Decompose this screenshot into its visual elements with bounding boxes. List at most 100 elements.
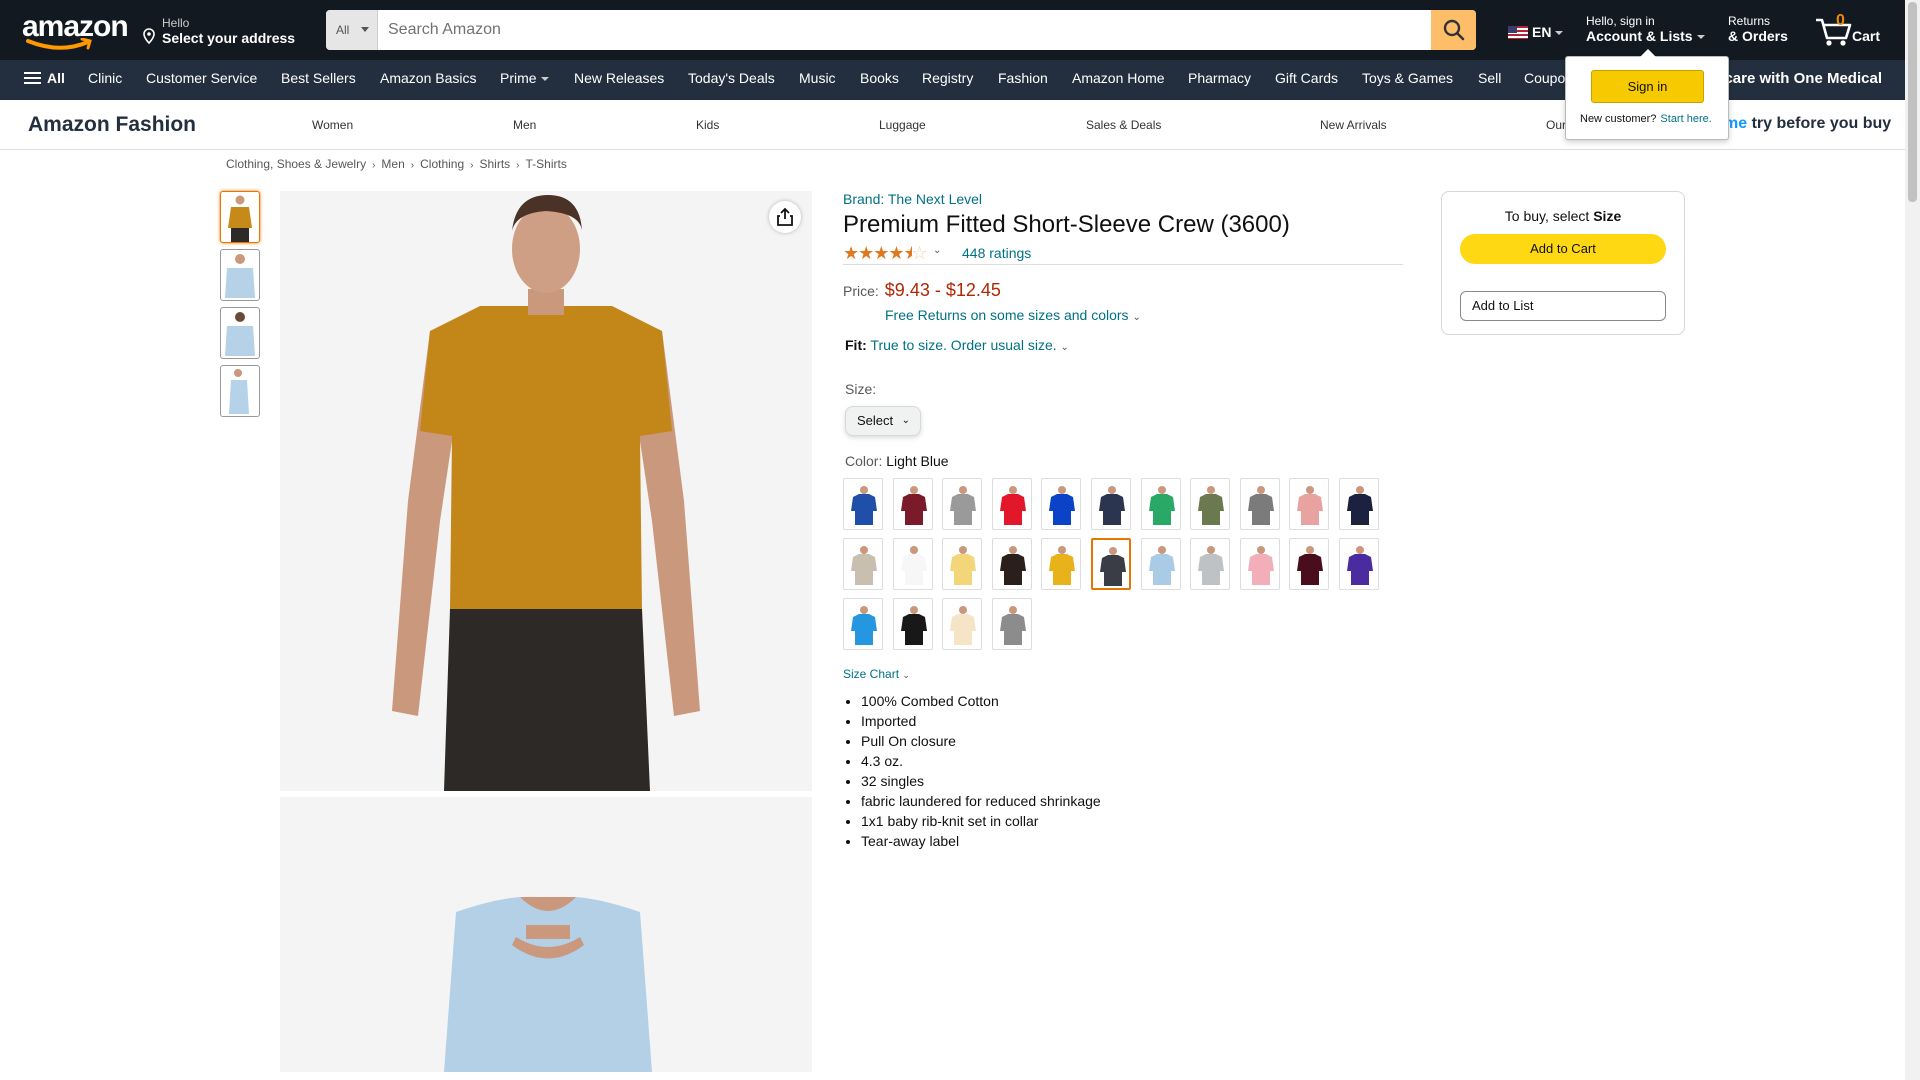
language-selector[interactable]: EN — [1508, 24, 1564, 40]
color-swatch[interactable] — [1190, 478, 1231, 530]
subnav-gift-cards[interactable]: Gift Cards — [1275, 70, 1338, 86]
color-swatch[interactable] — [1289, 538, 1330, 590]
color-swatch[interactable] — [1140, 538, 1181, 590]
color-swatch[interactable] — [1239, 538, 1280, 590]
subnav-pharmacy[interactable]: Pharmacy — [1188, 70, 1251, 86]
subnav-sell[interactable]: Sell — [1478, 70, 1501, 86]
color-swatch[interactable] — [1091, 478, 1131, 530]
fashion-link-women[interactable]: Women — [312, 118, 353, 132]
returns-orders[interactable]: Returns & Orders — [1728, 14, 1788, 44]
color-swatch[interactable] — [991, 598, 1032, 650]
subnav-amazon-home[interactable]: Amazon Home — [1072, 70, 1165, 86]
search-category-dropdown[interactable]: All — [326, 10, 378, 50]
breadcrumb-item[interactable]: Men — [381, 157, 404, 171]
chevron-down-icon[interactable]: ⌄ — [933, 245, 941, 256]
subnav-best-sellers[interactable]: Best Sellers — [281, 70, 356, 86]
search-input[interactable] — [378, 10, 1426, 50]
subnav-fashion[interactable]: Fashion — [998, 70, 1048, 86]
color-swatch[interactable] — [892, 598, 933, 650]
color-swatch[interactable] — [1339, 538, 1379, 590]
color-swatch[interactable] — [843, 478, 883, 530]
add-to-list-button[interactable]: Add to List — [1460, 291, 1666, 321]
fashion-link-luggage[interactable]: Luggage — [879, 118, 926, 132]
subnav-books[interactable]: Books — [860, 70, 899, 86]
subnav-registry[interactable]: Registry — [922, 70, 973, 86]
color-swatch[interactable] — [942, 598, 983, 650]
deliver-to[interactable]: Hello Select your address — [142, 14, 302, 48]
model-light-blue-back-image — [225, 312, 255, 356]
add-to-cart-button[interactable]: Add to Cart — [1460, 234, 1666, 264]
color-swatch[interactable] — [942, 478, 983, 530]
amazon-fashion-logo[interactable]: Amazon Fashion — [28, 113, 196, 137]
prime-try-before-you-buy[interactable]: me try before you buy — [1724, 115, 1891, 133]
subnav-new-releases[interactable]: New Releases — [574, 70, 664, 86]
page-scrollbar[interactable] — [1905, 0, 1920, 1080]
subnav-clinic[interactable]: Clinic — [88, 70, 122, 86]
size-select-dropdown[interactable]: Select ⌄ — [845, 406, 921, 436]
amazon-logo[interactable]: amazon — [20, 10, 129, 52]
search-category-label: All — [336, 23, 350, 37]
color-swatch[interactable] — [1239, 478, 1280, 530]
cart-button[interactable]: 0 Cart — [1814, 12, 1904, 50]
tshirt-swatch-icon — [950, 546, 977, 585]
color-swatch[interactable] — [1041, 478, 1082, 530]
free-returns-link[interactable]: Free Returns on some sizes and colors ⌄ — [885, 307, 1141, 323]
color-swatch[interactable] — [1091, 538, 1131, 590]
color-swatch[interactable] — [991, 538, 1032, 590]
secondary-product-image[interactable] — [280, 797, 812, 1072]
all-menu-button[interactable]: All — [24, 70, 65, 86]
brand-link[interactable]: Brand: The Next Level — [843, 191, 1403, 207]
breadcrumb-item[interactable]: Clothing — [420, 157, 464, 171]
color-swatch[interactable] — [991, 478, 1032, 530]
hamburger-icon — [24, 72, 41, 84]
scrollbar-thumb[interactable] — [1908, 2, 1917, 202]
fashion-link-kids[interactable]: Kids — [696, 118, 719, 132]
start-here-link[interactable]: Start here. — [1660, 113, 1711, 125]
color-swatch[interactable] — [1190, 538, 1231, 590]
breadcrumb-item[interactable]: T-Shirts — [526, 157, 567, 171]
top-nav: amazon Hello Select your address All EN … — [0, 0, 1920, 60]
subnav-todays-deals[interactable]: Today's Deals — [688, 70, 775, 86]
product-detail: Brand: The Next Level Premium Fitted Sho… — [843, 191, 1403, 265]
main-product-image[interactable] — [280, 191, 812, 791]
fashion-link-men[interactable]: Men — [513, 118, 536, 132]
cart-label: Cart — [1852, 28, 1881, 44]
thumbnail-light-blue-front[interactable] — [220, 249, 260, 301]
fashion-link-sales-deals[interactable]: Sales & Deals — [1086, 118, 1161, 132]
color-swatch[interactable] — [892, 538, 933, 590]
account-lists[interactable]: Hello, sign in Account & Lists — [1586, 14, 1710, 44]
account-label: Account & Lists — [1586, 28, 1710, 44]
color-swatch[interactable] — [1289, 478, 1330, 530]
subnav-prime[interactable]: Prime — [500, 70, 549, 86]
fashion-link-new-arrivals[interactable]: New Arrivals — [1320, 118, 1387, 132]
ratings-count-link[interactable]: 448 ratings — [962, 245, 1031, 261]
star-rating-icon[interactable]: ★★★★★☆ — [843, 243, 928, 264]
us-flag-icon — [1508, 26, 1528, 39]
one-medical-promo[interactable]: care with One Medical — [1724, 70, 1882, 87]
color-swatch[interactable] — [1140, 478, 1181, 530]
breadcrumb-item[interactable]: Shirts — [479, 157, 510, 171]
color-swatch[interactable] — [892, 478, 933, 530]
color-swatch[interactable] — [942, 538, 983, 590]
fit-value-link[interactable]: True to size. Order usual size. — [870, 337, 1056, 353]
subnav-customer-service[interactable]: Customer Service — [146, 70, 257, 86]
thumbnail-mustard-shirt[interactable] — [220, 191, 260, 243]
returns-line1: Returns — [1728, 14, 1771, 28]
search-button[interactable] — [1431, 10, 1476, 50]
signin-button[interactable]: Sign in — [1591, 70, 1704, 103]
fashion-link-our[interactable]: Our — [1546, 118, 1566, 132]
share-button[interactable] — [769, 201, 801, 233]
color-swatch[interactable] — [1339, 478, 1379, 530]
color-swatch[interactable] — [843, 538, 883, 590]
color-swatch[interactable] — [1041, 538, 1082, 590]
thumbnail-light-blue-side[interactable] — [220, 365, 260, 417]
subnav-music[interactable]: Music — [799, 70, 836, 86]
size-chart-link[interactable]: Size Chart ⌄ — [843, 667, 910, 681]
subnav-coupons[interactable]: Coupo — [1524, 70, 1565, 86]
color-swatch[interactable] — [843, 598, 883, 650]
subnav-amazon-basics[interactable]: Amazon Basics — [380, 70, 476, 86]
breadcrumb: Clothing, Shoes & Jewelry › Men › Clothing › S… — [226, 157, 567, 171]
thumbnail-light-blue-back[interactable] — [220, 307, 260, 359]
breadcrumb-item[interactable]: Clothing, Shoes & Jewelry — [226, 157, 366, 171]
subnav-toys-games[interactable]: Toys & Games — [1362, 70, 1453, 86]
